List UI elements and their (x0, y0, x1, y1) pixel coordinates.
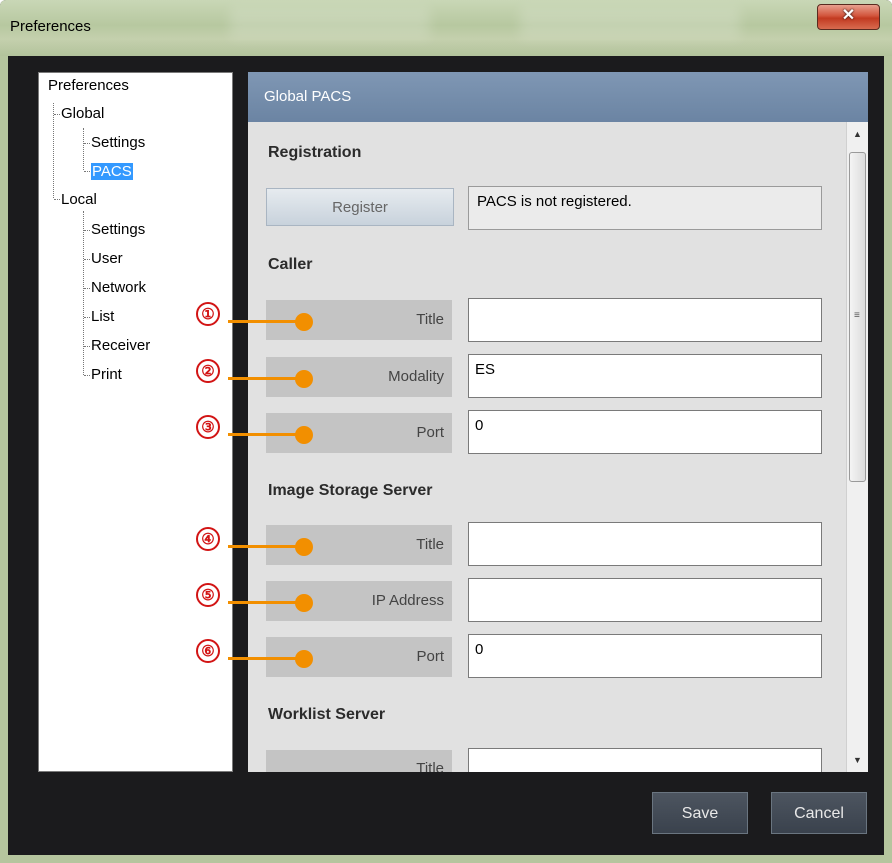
tree-item-label: User (91, 250, 123, 267)
tree-item-label: Global (61, 105, 105, 122)
tree-connector (54, 114, 60, 115)
tree-connector (83, 211, 84, 375)
callout-dot (295, 370, 313, 388)
tree-item-local[interactable]: Local (61, 189, 97, 211)
callout-6: ⑥ (196, 639, 220, 663)
tree-item-network[interactable]: Network (91, 277, 146, 299)
callout-2: ② (196, 359, 220, 383)
tree-item-label: PACS (91, 163, 133, 180)
tree-item-print[interactable]: Print (91, 364, 122, 386)
save-button[interactable]: Save (652, 792, 748, 834)
tree-connector (84, 317, 90, 318)
tree-item-receiver[interactable]: Receiver (91, 335, 150, 357)
window-frame-right (884, 56, 892, 863)
global-pacs-panel: Global PACS Registration Register PACS i… (248, 72, 868, 772)
callout-dot (295, 538, 313, 556)
cancel-button[interactable]: Cancel (771, 792, 867, 834)
title-bar-glow (230, 8, 430, 38)
callout-dot (295, 594, 313, 612)
scroll-up-icon[interactable]: ▲ (847, 125, 868, 143)
callout-dot (295, 313, 313, 331)
callout-line (228, 433, 304, 436)
worklist-title-label: Title (266, 750, 452, 772)
caller-heading: Caller (268, 256, 313, 273)
callout-dot (295, 426, 313, 444)
panel-header: Global PACS (248, 72, 868, 122)
tree-item-preferences[interactable]: Preferences (48, 75, 129, 97)
registration-heading: Registration (268, 144, 362, 161)
tree-item-global-settings[interactable]: Settings (91, 132, 145, 154)
tree-connector (84, 346, 90, 347)
callout-4: ④ (196, 527, 220, 551)
scroll-thumb[interactable]: ≡ (849, 152, 866, 482)
tree-connector (84, 143, 90, 144)
tree-item-label: Settings (91, 221, 146, 238)
callout-line (228, 320, 304, 323)
tree-connector (84, 375, 90, 376)
tree-connector (54, 199, 60, 200)
tree-item-global[interactable]: Global (61, 103, 104, 125)
storage-port-input[interactable]: 0 (468, 634, 822, 678)
callout-1: ① (196, 302, 220, 326)
tree-item-list[interactable]: List (91, 306, 114, 328)
close-button[interactable]: ✕ (817, 4, 880, 30)
callout-dot (295, 650, 313, 668)
title-bar[interactable]: Preferences ✕ (0, 0, 892, 56)
tree-connector (84, 288, 90, 289)
tree-item-global-pacs[interactable]: PACS (91, 161, 133, 183)
tree-item-local-settings[interactable]: Settings (91, 219, 145, 241)
tree-item-label: Preferences (48, 77, 129, 94)
registration-status: PACS is not registered. (468, 186, 822, 230)
callout-3: ③ (196, 415, 220, 439)
worklist-heading: Worklist Server (268, 706, 386, 723)
callout-line (228, 545, 304, 548)
callout-line (228, 377, 304, 380)
tree-connector (84, 230, 90, 231)
grip-icon: ≡ (854, 310, 860, 321)
image-storage-heading: Image Storage Server (268, 482, 433, 499)
tree-connector (84, 259, 90, 260)
vertical-scrollbar[interactable]: ▲ ≡ ▼ (846, 122, 868, 772)
scroll-down-icon[interactable]: ▼ (847, 751, 868, 769)
storage-title-input[interactable] (468, 522, 822, 566)
tree-item-label: Settings (91, 134, 146, 151)
tree-item-label: List (91, 308, 115, 325)
tree-item-label: Network (91, 279, 147, 296)
caller-title-input[interactable] (468, 298, 822, 342)
window-frame-left (0, 56, 8, 863)
title-bar-glow (520, 8, 740, 38)
tree-item-user[interactable]: User (91, 248, 123, 270)
register-button[interactable]: Register (266, 188, 454, 226)
close-icon: ✕ (841, 7, 856, 24)
preferences-window: Preferences ✕ Preferences Global Setting… (0, 0, 892, 863)
tree-connector (83, 128, 84, 170)
tree-connector (53, 103, 54, 198)
callout-line (228, 601, 304, 604)
tree-item-label: Local (61, 191, 97, 208)
caller-port-input[interactable]: 0 (468, 410, 822, 454)
window-title: Preferences (10, 18, 91, 35)
window-frame-bottom (0, 855, 892, 863)
callout-line (228, 657, 304, 660)
callout-5: ⑤ (196, 583, 220, 607)
storage-ip-input[interactable] (468, 578, 822, 622)
tree-item-label: Print (91, 366, 122, 383)
tree-connector (84, 171, 90, 172)
worklist-title-input[interactable] (468, 748, 822, 772)
tree-item-label: Receiver (91, 337, 151, 354)
caller-modality-input[interactable]: ES (468, 354, 822, 398)
